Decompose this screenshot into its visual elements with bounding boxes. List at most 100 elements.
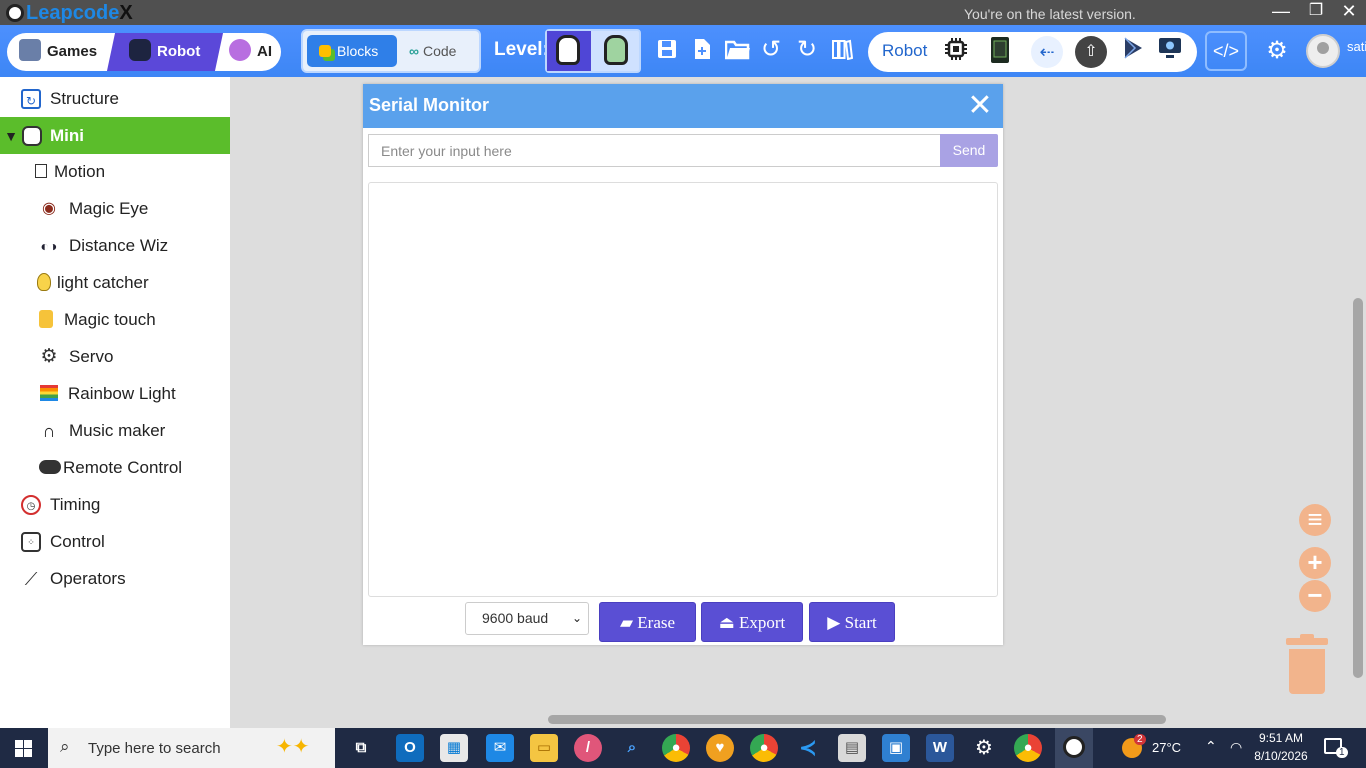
sidebar-item-rainbow-light[interactable]: Rainbow Light	[0, 375, 230, 412]
expand-triangle-icon: ▼	[4, 128, 18, 144]
sidebar-item-servo[interactable]: ⚙ Servo	[0, 338, 230, 375]
level-label: Level:	[494, 39, 549, 60]
export-button[interactable]: ⏏ Export	[701, 602, 803, 642]
weather-temperature[interactable]: 27°C	[1152, 740, 1181, 755]
operators-icon: ⟋	[24, 569, 38, 589]
outlook-icon[interactable]: O	[396, 734, 424, 762]
sidebar-item-mini[interactable]: ▼ Mini	[0, 117, 230, 154]
start-button[interactable]	[0, 728, 48, 768]
clock-date[interactable]: 8/10/2026	[1253, 749, 1309, 763]
sidebar-item-light-catcher[interactable]: light catcher	[0, 264, 230, 301]
store-icon[interactable]: ▦	[440, 734, 468, 762]
redo-icon[interactable]: ↻	[795, 38, 819, 62]
vertical-scrollbar[interactable]	[1353, 298, 1363, 678]
settings-app-icon[interactable]: ⚙	[970, 734, 998, 762]
serial-monitor-dialog: Serial Monitor ✕ Send 9600 baud ⌄ ▰ Eras…	[363, 84, 1003, 645]
open-folder-icon[interactable]	[724, 38, 752, 62]
book-icon[interactable]	[830, 38, 854, 62]
maximize-button[interactable]: ❐	[1299, 0, 1333, 25]
sidebar-item-label: Music maker	[69, 421, 166, 440]
task-view-icon[interactable]: ⧉	[347, 734, 375, 762]
tray-chevron-up-icon[interactable]: ⌃	[1205, 738, 1217, 755]
start-button[interactable]: ▶ Start	[809, 602, 895, 642]
serial-input-field[interactable]	[368, 134, 940, 167]
windows-taskbar: ⌕ Type here to search ✦✦ ⧉ O ▦ ✉ ▭ / ⌕ ●…	[0, 728, 1366, 768]
mode-ai[interactable]: AI	[229, 33, 272, 71]
mode-robot[interactable]: Robot	[106, 33, 224, 71]
sidebar-item-distance-wiz[interactable]: ◐◑ Distance Wiz	[0, 227, 230, 264]
headphones-icon: ∩	[42, 421, 56, 441]
sidebar-item-operators[interactable]: ⟋ Operators	[0, 560, 230, 597]
eye-icon: ◉	[42, 200, 56, 217]
sidebar-item-label: Timing	[50, 495, 101, 514]
windows-logo-part	[15, 749, 23, 757]
sidebar-item-motion[interactable]: Motion	[0, 153, 230, 190]
taskbar-search[interactable]: ⌕ Type here to search ✦✦	[48, 728, 335, 768]
sidebar-item-timing[interactable]: ◷ Timing	[0, 486, 230, 523]
shield-app-icon[interactable]: ♥	[706, 734, 734, 762]
close-window-button[interactable]: ✕	[1332, 0, 1366, 25]
minimize-button[interactable]: —	[1264, 0, 1298, 25]
gear-icon: ⚙	[40, 346, 58, 367]
chrome-profile-icon[interactable]: ●	[750, 734, 778, 762]
robot-tools-group: Robot ⇠ ⇧	[868, 32, 1197, 72]
level-1-button[interactable]	[547, 31, 591, 71]
level-2-button[interactable]	[593, 31, 639, 71]
sidebar-item-control[interactable]: ⁘ Control	[0, 523, 230, 560]
motion-icon	[35, 164, 47, 178]
sidebar-item-remote-control[interactable]: Remote Control	[0, 449, 230, 486]
monitor-icon[interactable]	[1154, 36, 1186, 68]
baud-rate-select[interactable]: 9600 baud ⌄	[465, 602, 589, 635]
word-icon[interactable]: W	[926, 734, 954, 762]
avatar[interactable]	[1306, 34, 1340, 68]
play-store-icon[interactable]	[1117, 36, 1149, 68]
new-file-icon[interactable]	[690, 38, 714, 62]
sidebar-item-label: Mini	[50, 126, 84, 145]
serial-output-area[interactable]	[368, 182, 998, 597]
tab-code[interactable]: ∞ Code	[403, 35, 477, 67]
zoom-reset-icon[interactable]: ≡	[1299, 504, 1331, 536]
main-toolbar: Games Robot AI Blocks ∞Code Level: ↺ ↻	[0, 25, 1366, 77]
vscode-icon[interactable]: ≺	[794, 734, 822, 762]
send-button[interactable]: Send	[940, 134, 998, 167]
document-app-icon[interactable]: ▤	[838, 734, 866, 762]
zoom-in-icon[interactable]: +	[1299, 547, 1331, 579]
paint-app-icon[interactable]: /	[574, 734, 602, 762]
upload-icon[interactable]: ⇧	[1075, 36, 1107, 68]
code-view-button[interactable]: </>	[1205, 31, 1247, 71]
sidebar-item-music-maker[interactable]: ∩ Music maker	[0, 412, 230, 449]
settings-gear-icon[interactable]: ⚙	[1264, 38, 1290, 64]
sparkle-icon: ✦✦	[276, 736, 310, 758]
zoom-out-icon[interactable]: −	[1299, 580, 1331, 612]
trash-can-icon[interactable]	[1286, 634, 1328, 694]
chrome-icon[interactable]: ●	[662, 734, 690, 762]
eraser-icon: ▰	[619, 613, 634, 632]
board-icon[interactable]	[984, 36, 1016, 68]
leapcodex-taskbar-icon[interactable]	[1055, 728, 1093, 768]
clock-time[interactable]: 9:51 AM	[1256, 731, 1306, 745]
file-explorer-icon[interactable]: ▭	[530, 734, 558, 762]
tab-blocks[interactable]: Blocks	[307, 35, 397, 67]
mode-games[interactable]: Games	[19, 33, 97, 71]
usb-icon[interactable]: ⇠	[1031, 36, 1063, 68]
sidebar-item-magic-eye[interactable]: ◉ Magic Eye	[0, 190, 230, 227]
mode-ai-label: AI	[257, 43, 272, 60]
sidebar-item-structure[interactable]: ↻ Structure	[0, 80, 230, 117]
trash-body	[1289, 649, 1325, 694]
mail-icon[interactable]: ✉	[486, 734, 514, 762]
chip-icon[interactable]	[940, 36, 972, 68]
glasses-icon: ◐◑	[40, 238, 58, 254]
chrome-secondary-icon[interactable]: ●	[1014, 734, 1042, 762]
remote-desktop-icon[interactable]: ▣	[882, 734, 910, 762]
wifi-icon[interactable]: ◠	[1230, 739, 1242, 756]
sidebar-item-label: light catcher	[57, 273, 149, 292]
save-icon[interactable]	[655, 38, 679, 62]
undo-icon[interactable]: ↺	[759, 38, 783, 62]
brain-icon	[229, 39, 251, 61]
horizontal-scrollbar[interactable]	[548, 715, 1166, 724]
sidebar-item-magic-touch[interactable]: Magic touch	[0, 301, 230, 338]
mode-robot-label: Robot	[157, 43, 201, 60]
search-app-icon[interactable]: ⌕	[618, 734, 646, 762]
erase-button[interactable]: ▰ Erase	[599, 602, 696, 642]
close-icon[interactable]: ✕	[963, 88, 997, 124]
